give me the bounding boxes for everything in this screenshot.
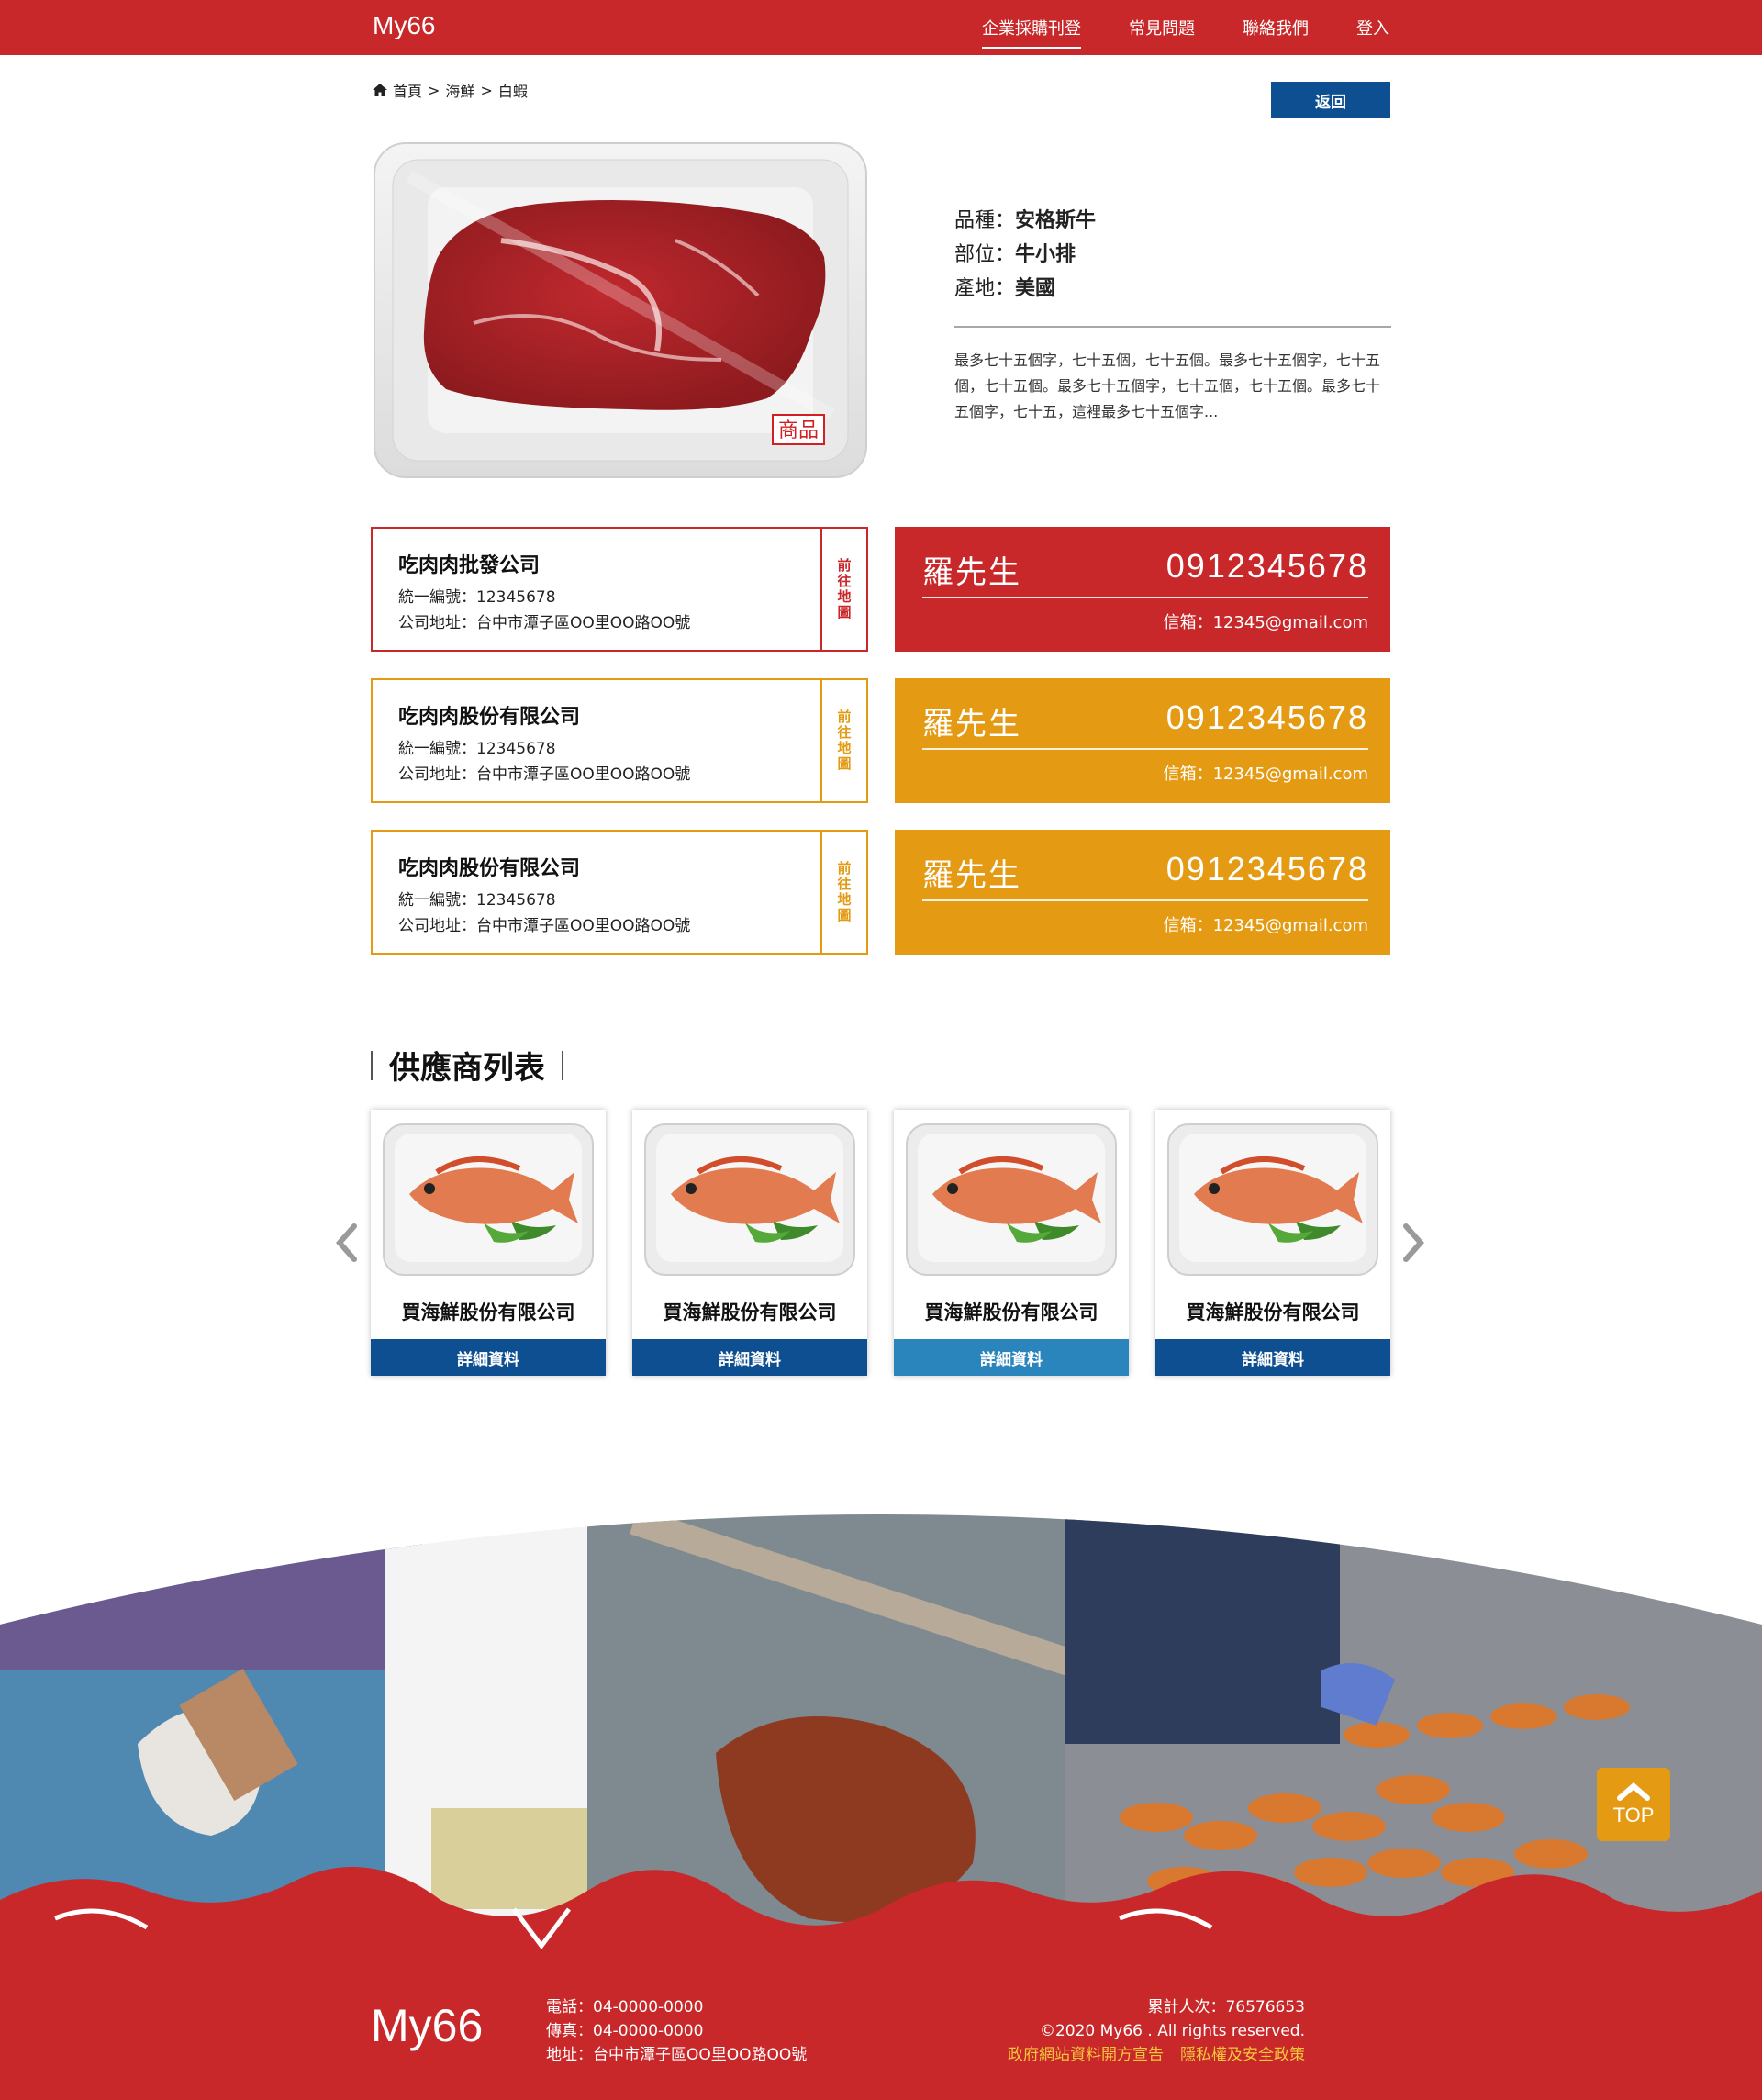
supplier-list-name: 買海鮮股份有限公司 [924,1301,1098,1324]
part-label: 部位： [954,243,1016,266]
section-title-text: 供應商列表 [389,1050,545,1087]
nav-contact[interactable]: 聯絡我們 [1243,12,1309,43]
detail-button[interactable]: 詳細資料 [894,1339,1129,1376]
breadcrumb-separator: > [428,81,440,99]
product-thumbnail [644,1123,855,1276]
product-part-row: 部位：牛小排 [954,238,1391,272]
home-icon [373,84,387,96]
supplier-name: 吃肉肉股份有限公司 [398,857,581,880]
contact-panel: 羅先生 0912345678 信箱：12345@gmail.com [895,830,1390,955]
origin-value: 美國 [1015,277,1056,300]
chevron-up-icon [1617,1782,1650,1801]
supplier-name: 吃肉肉股份有限公司 [398,706,581,729]
footer-logo[interactable]: My66 [371,1999,483,2052]
product-badge: 商品 [778,419,819,442]
supplier-list-name: 買海鮮股份有限公司 [1186,1301,1360,1324]
supplier-tax-id: 統一編號：12345678 [398,588,556,607]
product-origin-row: 產地：美國 [954,272,1391,306]
open-data-link[interactable]: 政府網站資料開方宣告 [1008,2046,1164,2064]
product-info: 品種：安格斯牛 部位：牛小排 產地：美國 最多七十五個字，七十五個，七十五個。最… [954,204,1391,425]
variety-value: 安格斯牛 [1015,209,1097,232]
title-bar [371,1050,373,1080]
supplier-list-card[interactable]: 買海鮮股份有限公司詳細資料 [371,1110,606,1376]
supplier-list-name: 買海鮮股份有限公司 [401,1301,575,1324]
detail-button[interactable]: 詳細資料 [632,1339,867,1376]
supplier-address: 公司地址：台中市潭子區OO里OO路OO號 [398,765,691,784]
map-link[interactable]: 前往地圖 [820,680,866,801]
footer: My66 電話：04-0000-0000 傳真：04-0000-0000 地址：… [0,1962,1762,2100]
detail-button[interactable]: 詳細資料 [371,1339,606,1376]
supplier-card: 吃肉肉股份有限公司 統一編號：12345678 公司地址：台中市潭子區OO里OO… [371,678,868,803]
divider [922,748,1368,750]
visit-counter: 累計人次：76576653 [1147,1998,1305,2016]
contact-email[interactable]: 信箱：12345@gmail.com [1164,609,1368,633]
divider [922,597,1368,598]
origin-label: 產地： [954,277,1016,300]
product-thumbnail [906,1123,1117,1276]
supplier-card: 吃肉肉股份有限公司 統一編號：12345678 公司地址：台中市潭子區OO里OO… [371,830,868,955]
contact-name: 羅先生 [922,706,1021,743]
supplier-address: 公司地址：台中市潭子區OO里OO路OO號 [398,917,691,935]
supplier-name: 吃肉肉批發公司 [398,554,541,577]
breadcrumb-current: 白蝦 [497,83,528,100]
main-nav: 企業採購刊登 常見問題 聯絡我們 登入 [982,0,1389,55]
footer-phone: 電話：04-0000-0000 [546,1998,704,2016]
chevron-right-icon[interactable] [1400,1223,1428,1263]
contact-phone[interactable]: 0912345678 [1166,850,1368,888]
nav-login[interactable]: 登入 [1356,12,1389,43]
variety-label: 品種： [954,209,1016,232]
back-button[interactable]: 返回 [1271,82,1390,118]
product-description: 最多七十五個字，七十五個，七十五個。最多七十五個字，七十五個，七十五個。最多七十… [954,352,1381,420]
map-link[interactable]: 前往地圖 [820,529,866,650]
contact-name: 羅先生 [922,554,1021,591]
footer-fax: 傳真：04-0000-0000 [546,2022,704,2040]
supplier-list-card[interactable]: 買海鮮股份有限公司詳細資料 [1155,1110,1390,1376]
product-thumbnail [1167,1123,1378,1276]
top-button-label: TOP [1612,1804,1655,1826]
supplier-tax-id: 統一編號：12345678 [398,891,556,910]
contact-phone[interactable]: 0912345678 [1166,698,1368,737]
contact-panel: 羅先生 0912345678 信箱：12345@gmail.com [895,678,1390,803]
nav-procurement[interactable]: 企業採購刊登 [982,12,1081,49]
breadcrumb: 首頁 > 海鮮 > 白蝦 [373,79,528,101]
footer-banner-image [0,1514,1762,1964]
contact-phone[interactable]: 0912345678 [1166,547,1368,586]
chevron-left-icon[interactable] [332,1223,360,1263]
nav-faq[interactable]: 常見問題 [1129,12,1195,43]
map-link[interactable]: 前往地圖 [820,832,866,953]
back-to-top-button[interactable]: TOP [1597,1768,1670,1841]
supplier-list-card[interactable]: 買海鮮股份有限公司詳細資料 [894,1110,1129,1376]
product-variety-row: 品種：安格斯牛 [954,204,1391,238]
detail-button[interactable]: 詳細資料 [1155,1339,1390,1376]
title-bar [562,1050,563,1080]
section-title: 供應商列表 [371,1043,563,1088]
supplier-tax-id: 統一編號：12345678 [398,740,556,758]
top-header: My66 企業採購刊登 常見問題 聯絡我們 登入 [0,0,1762,55]
footer-contact: 電話：04-0000-0000 傳真：04-0000-0000 地址：台中市潭子… [546,1995,807,2067]
contact-email[interactable]: 信箱：12345@gmail.com [1164,761,1368,785]
supplier-address: 公司地址：台中市潭子區OO里OO路OO號 [398,614,691,632]
divider [954,326,1391,328]
supplier-card: 吃肉肉批發公司 統一編號：12345678 公司地址：台中市潭子區OO里OO路O… [371,527,868,652]
contact-name: 羅先生 [922,857,1021,894]
site-logo[interactable]: My66 [373,11,435,40]
supplier-list-card[interactable]: 買海鮮股份有限公司詳細資料 [632,1110,867,1376]
supplier-list-name: 買海鮮股份有限公司 [663,1301,837,1324]
privacy-link[interactable]: 隱私權及安全政策 [1180,2046,1305,2064]
breadcrumb-home[interactable]: 首頁 [393,79,422,101]
part-value: 牛小排 [1015,243,1076,266]
divider [922,899,1368,901]
footer-links: 政府網站資料開方宣告 隱私權及安全政策 [991,2043,1305,2067]
contact-email[interactable]: 信箱：12345@gmail.com [1164,912,1368,936]
breadcrumb-separator: > [480,81,493,99]
footer-meta: 累計人次：76576653 ©2020 My66 . All rights re… [991,1995,1305,2067]
product-thumbnail [383,1123,594,1276]
footer-address: 地址：台中市潭子區OO里OO路OO號 [546,2046,808,2064]
product-image: 商品 [374,142,867,478]
contact-panel: 羅先生 0912345678 信箱：12345@gmail.com [895,527,1390,652]
breadcrumb-category[interactable]: 海鮮 [445,79,474,101]
copyright: ©2020 My66 . All rights reserved. [1039,2022,1305,2040]
